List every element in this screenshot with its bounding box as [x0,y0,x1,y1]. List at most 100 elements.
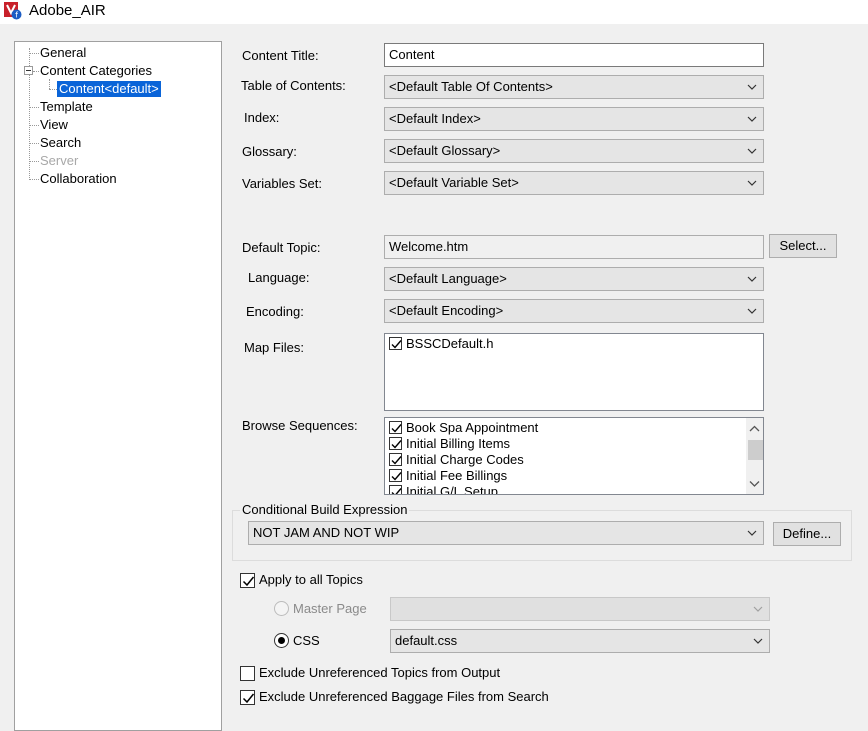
window-title: Adobe_AIR [29,2,106,19]
chevron-down-icon [753,606,763,612]
checkmark-icon [242,576,255,587]
default-topic-label: Default Topic: [242,240,321,255]
scrollbar-thumb[interactable] [748,440,763,460]
title-bar [0,0,868,24]
checkbox[interactable] [389,337,402,350]
css-label: CSS [293,633,320,648]
chevron-up-icon[interactable] [746,420,763,437]
variables-dropdown[interactable]: <Default Variable Set> [384,171,764,195]
app-icon: f [4,2,22,20]
glossary-label: Glossary: [242,144,297,159]
checkmark-icon [391,472,402,481]
checkbox[interactable] [240,573,255,588]
chevron-down-icon[interactable] [746,475,763,492]
language-dropdown[interactable]: <Default Language> [384,267,764,291]
browse-scrollbar[interactable] [746,418,763,494]
glossary-value: <Default Glossary> [389,143,501,158]
map-files-label: Map Files: [244,340,304,355]
toc-value: <Default Table Of Contents> [389,79,553,94]
checkmark-icon [391,456,402,465]
language-value: <Default Language> [389,271,507,286]
list-item[interactable]: Initial Fee Billings [387,468,737,484]
checkbox[interactable] [240,666,255,681]
radio [274,601,289,616]
tree-item-search[interactable]: Search [40,135,81,151]
browse-sequence-label: Initial Fee Billings [406,468,508,483]
toc-label: Table of Contents: [241,78,346,93]
browse-sequences-list[interactable]: Book Spa Appointment Initial Billing Ite… [384,417,764,495]
chevron-down-icon [747,148,757,154]
checkmark-icon [242,693,255,704]
tree-item-collaboration[interactable]: Collaboration [40,171,117,187]
list-item[interactable]: Initial Charge Codes [387,452,737,468]
css-value: default.css [395,633,458,648]
chevron-down-icon [747,84,757,90]
conditional-build-dropdown[interactable]: NOT JAM AND NOT WIP [248,521,764,545]
checkmark-icon [391,340,402,349]
index-value: <Default Index> [389,111,481,126]
toc-dropdown[interactable]: <Default Table Of Contents> [384,75,764,99]
exclude-baggage-checkbox[interactable]: Exclude Unreferenced Baggage Files from … [240,689,600,705]
checkbox[interactable] [389,421,402,434]
tree-item-content-categories[interactable]: Content Categories [40,63,152,79]
index-label: Index: [244,110,280,125]
master-page-radio: Master Page [274,601,384,617]
content-title-input[interactable]: Content [384,43,764,67]
tree-item-general[interactable]: General [40,45,86,61]
checkbox[interactable] [240,690,255,705]
tree-item-content-default[interactable]: Content<default> [57,81,161,97]
content-title-label: Content Title: [242,48,319,63]
checkbox[interactable] [389,453,402,466]
map-file-label: BSSCDefault.h [406,336,494,351]
chevron-down-icon [753,638,763,644]
settings-tree[interactable]: General Content Categories Content<defau… [14,41,222,731]
radio[interactable] [274,633,289,648]
chevron-down-icon [747,180,757,186]
browse-sequence-label: Initial Charge Codes [406,452,524,467]
glossary-dropdown[interactable]: <Default Glossary> [384,139,764,163]
encoding-label: Encoding: [246,304,304,319]
css-dropdown[interactable]: default.css [390,629,770,653]
chevron-down-icon [747,116,757,122]
list-item[interactable]: BSSCDefault.h [387,336,757,352]
exclude-topics-label: Exclude Unreferenced Topics from Output [259,665,501,680]
select-button[interactable]: Select... [769,234,837,258]
tree-item-server: Server [40,153,79,168]
browse-sequence-label: Book Spa Appointment [406,420,539,435]
encoding-value: <Default Encoding> [389,303,504,318]
apply-all-topics-label: Apply to all Topics [259,572,363,587]
define-button[interactable]: Define... [773,522,841,546]
checkmark-icon [391,424,402,433]
master-page-dropdown [390,597,770,621]
tree-item-view[interactable]: View [40,117,68,133]
master-page-label: Master Page [293,601,367,616]
browse-sequence-label: Initial G/L Setup [406,484,499,495]
list-item[interactable]: Book Spa Appointment [387,420,737,436]
css-radio[interactable]: CSS [274,633,384,649]
language-label: Language: [248,270,310,285]
checkbox[interactable] [389,485,402,494]
tree-item-template[interactable]: Template [40,99,93,115]
conditional-build-value: NOT JAM AND NOT WIP [253,525,400,540]
variables-label: Variables Set: [242,176,322,191]
apply-all-topics-checkbox[interactable]: Apply to all Topics [240,572,440,588]
checkbox[interactable] [389,437,402,450]
chevron-down-icon [747,276,757,282]
list-item[interactable]: Initial G/L Setup [387,484,737,495]
map-files-list[interactable]: BSSCDefault.h [384,333,764,411]
checkmark-icon [391,440,402,449]
browse-sequence-label: Initial Billing Items [406,436,511,451]
index-dropdown[interactable]: <Default Index> [384,107,764,131]
browse-sequences-label: Browse Sequences: [242,418,358,433]
encoding-dropdown[interactable]: <Default Encoding> [384,299,764,323]
conditional-build-label: Conditional Build Expression [240,502,410,518]
chevron-down-icon [747,530,757,536]
collapse-icon[interactable] [24,66,33,75]
variables-value: <Default Variable Set> [389,175,519,190]
checkmark-icon [391,488,402,494]
chevron-down-icon [747,308,757,314]
default-topic-input[interactable]: Welcome.htm [384,235,764,259]
checkbox[interactable] [389,469,402,482]
list-item[interactable]: Initial Billing Items [387,436,737,452]
exclude-topics-checkbox[interactable]: Exclude Unreferenced Topics from Output [240,665,570,681]
